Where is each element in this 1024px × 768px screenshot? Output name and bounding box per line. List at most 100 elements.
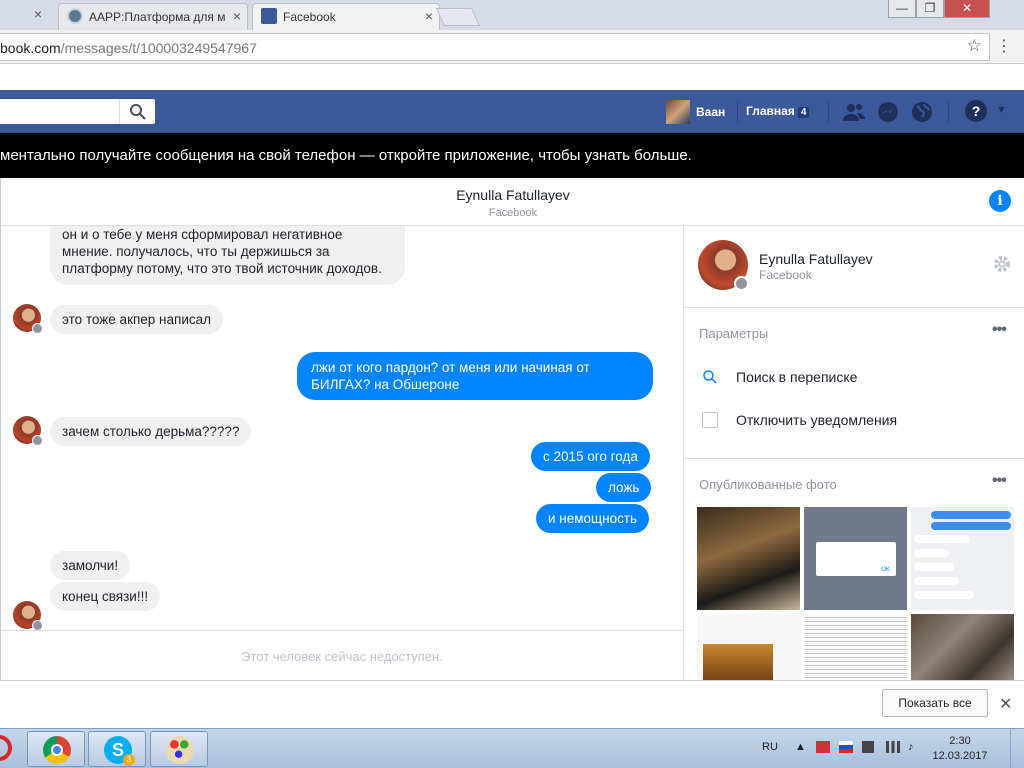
bookmark-star-icon[interactable]: ☆ (967, 36, 982, 56)
search-in-conversation-option[interactable]: Поиск в переписке (702, 369, 857, 385)
tab-facebook[interactable]: Facebook × (252, 3, 440, 30)
facebook-badge-icon (734, 276, 749, 291)
clock-time: 2:30 (949, 735, 971, 747)
options-more-icon[interactable]: ••• (992, 321, 1007, 339)
shared-photo[interactable]: OK (804, 507, 907, 610)
info-icon[interactable]: i (989, 190, 1011, 212)
shared-photo[interactable] (804, 614, 907, 680)
shared-photo[interactable] (697, 507, 800, 610)
photo-inner-image (703, 644, 773, 680)
section-divider (684, 458, 1024, 459)
shared-photos-heading: Опубликованные фото (699, 477, 837, 492)
close-window-button[interactable]: ✕ (944, 0, 990, 18)
power-tray-icon[interactable] (862, 741, 874, 753)
conversation-details-sidebar: Eynulla Fatullayev Facebook Параметры ••… (683, 226, 1024, 680)
network-tray-icon[interactable] (886, 741, 900, 753)
contact-profile-avatar[interactable] (698, 240, 749, 291)
volume-tray-icon[interactable]: ♪ (908, 741, 914, 753)
mute-notifications-option[interactable]: Отключить уведомления (702, 412, 897, 428)
restore-button[interactable]: ❐ (916, 0, 944, 18)
search-in-conversation-label: Поиск в переписке (736, 369, 858, 385)
tab-aapp-label: AAPP:Платформа для м (89, 10, 226, 24)
shared-photo[interactable] (911, 507, 1014, 610)
message-bubble-outgoing: ложь (596, 473, 652, 502)
app-promo-banner[interactable]: ментально получайте сообщения на свой те… (0, 133, 1024, 178)
browser-menu-icon[interactable]: ⋮ (996, 36, 1012, 56)
flag-tray-icon[interactable] (816, 741, 830, 753)
message-bubble-incoming: он и о тебе у меня сформировал негативно… (50, 226, 405, 285)
mute-notifications-label: Отключить уведомления (736, 412, 898, 428)
message-bubble-incoming: зачем столько дерьма????? (50, 417, 252, 446)
message-list[interactable]: он и о тебе у меня сформировал негативно… (1, 226, 683, 630)
url-host: book.com (0, 40, 61, 56)
header-separator (948, 102, 949, 122)
options-heading: Параметры (699, 326, 769, 341)
composer-placeholder: Этот человек сейчас недоступен. (241, 649, 443, 664)
page-top-spacer (0, 64, 1024, 90)
url-field[interactable]: book.com/messages/t/100003249547967 (0, 33, 990, 61)
photo-bubble (914, 591, 974, 599)
gear-icon[interactable] (992, 254, 1012, 274)
url-path: /messages/t/100003249547967 (60, 40, 257, 56)
tab-aapp[interactable]: AAPP:Платформа для м × (58, 3, 248, 30)
tab-facebook-label: Facebook (283, 10, 336, 24)
facebook-badge-icon (32, 620, 43, 630)
clock-date: 12.03.2017 (932, 750, 988, 762)
conversation-subtitle: Facebook (488, 207, 538, 219)
search-icon[interactable] (129, 103, 147, 121)
minimize-button[interactable]: — (888, 0, 916, 18)
new-tab-button[interactable] (435, 8, 481, 26)
conversation-title[interactable]: Eynulla Fatullayev (1, 187, 1024, 203)
account-menu-caret-icon[interactable]: ▼ (996, 104, 1007, 116)
language-indicator[interactable]: RU (762, 741, 778, 753)
tab-aapp-close-icon[interactable]: × (233, 8, 241, 24)
messenger-icon[interactable] (876, 100, 900, 124)
home-link[interactable]: Главная 4 (746, 104, 810, 118)
shared-photo[interactable] (911, 614, 1014, 680)
download-bar: Показать все ✕ (0, 680, 1024, 728)
photo-bubble (931, 511, 1011, 519)
photo-bubble (914, 535, 969, 543)
friends-icon[interactable] (842, 100, 866, 124)
home-count-badge: 4 (797, 107, 810, 118)
header-separator (828, 102, 829, 122)
contact-profile-name[interactable]: Eynulla Fatullayev (759, 251, 873, 267)
shared-photo[interactable] (697, 614, 800, 680)
show-desktop-button[interactable] (1010, 729, 1024, 768)
contact-avatar[interactable] (13, 304, 43, 334)
taskbar-clock[interactable]: 2:30 12.03.2017 (930, 734, 990, 764)
tab-facebook-close-icon[interactable]: × (425, 8, 433, 24)
photo-bubble (914, 549, 949, 557)
banner-text: ментально получайте сообщения на свой те… (0, 147, 692, 164)
skype-taskbar-button[interactable]: S 3 (88, 731, 146, 767)
photos-more-icon[interactable]: ••• (992, 472, 1007, 490)
windows-taskbar: S 3 RU ▲ ♪ 2:30 12.03.2017 (0, 728, 1024, 768)
russian-flag-tray-icon[interactable] (839, 741, 853, 753)
search-divider (119, 99, 120, 124)
messenger-panel: Eynulla Fatullayev Facebook i он и о теб… (0, 178, 1024, 680)
facebook-badge-icon (32, 435, 43, 446)
help-icon[interactable]: ? (965, 100, 987, 122)
globe-icon[interactable] (910, 100, 934, 124)
photo-dialog-ok: OK (881, 567, 890, 573)
photo-dialog: OK (816, 542, 896, 576)
tray-expand-icon[interactable]: ▲ (795, 741, 806, 753)
contact-avatar[interactable] (13, 601, 43, 630)
profile-link[interactable]: Ваан (666, 100, 725, 124)
skype-badge: 3 (123, 754, 135, 766)
chrome-taskbar-button[interactable] (27, 731, 85, 767)
contact-avatar[interactable] (13, 416, 43, 446)
search-icon (703, 370, 717, 384)
paint-taskbar-button[interactable] (150, 731, 208, 767)
facebook-badge-icon (32, 323, 43, 334)
close-download-bar-icon[interactable]: ✕ (999, 694, 1012, 714)
left-tab-close-icon[interactable]: × (34, 6, 42, 22)
address-bar: book.com/messages/t/100003249547967 ☆ ⋮ (0, 30, 1024, 64)
contact-profile-sub: Facebook (759, 268, 812, 282)
message-bubble-incoming: конец связи!!! (50, 582, 161, 611)
show-all-downloads-button[interactable]: Показать все (882, 689, 988, 717)
message-bubble-outgoing: и немощность (536, 504, 650, 533)
search-input[interactable] (0, 99, 155, 124)
mute-notifications-checkbox[interactable] (702, 412, 718, 428)
opera-taskbar-icon[interactable] (0, 735, 12, 761)
